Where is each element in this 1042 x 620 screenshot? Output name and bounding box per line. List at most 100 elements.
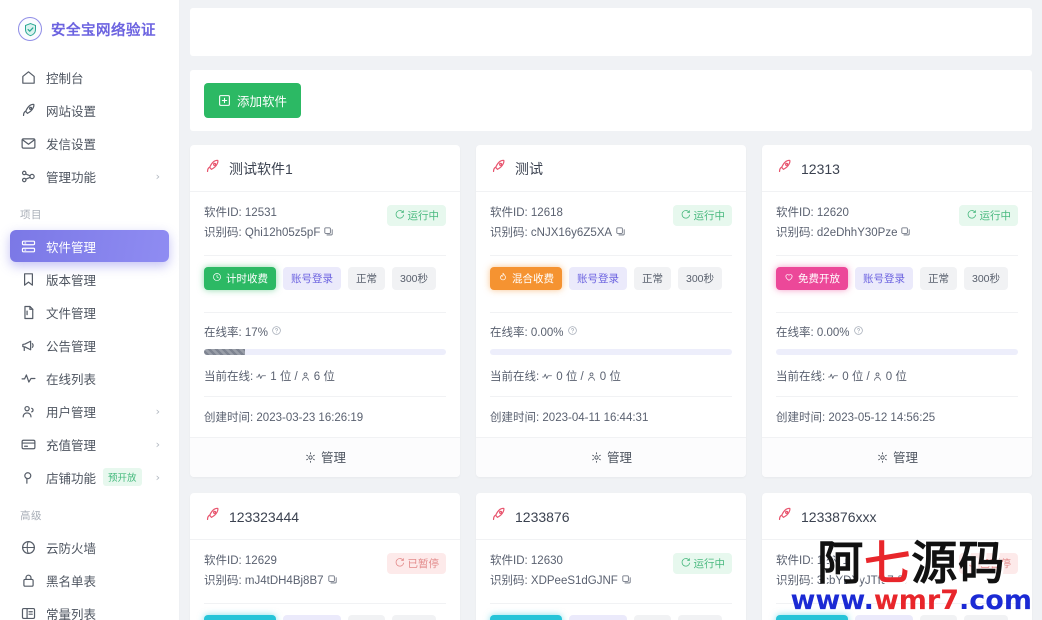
sidebar-item-店铺功能[interactable]: 店铺功能 预开放 › xyxy=(10,461,169,493)
manage-button[interactable]: 管理 xyxy=(476,437,746,478)
software-tag[interactable]: 正常 xyxy=(348,267,385,291)
sidebar-item-label: 常量列表 xyxy=(46,607,97,620)
software-tag[interactable]: 免费开放 xyxy=(776,267,848,291)
sidebar-item-版本管理[interactable]: 版本管理 xyxy=(10,263,169,295)
sidebar-item-label: 控制台 xyxy=(46,71,84,86)
software-tag[interactable]: 计点收费 xyxy=(776,615,848,620)
sidebar-item-label: 充值管理 xyxy=(46,438,97,453)
tag-icon xyxy=(20,469,37,486)
add-software-button[interactable]: 添加软件 xyxy=(204,83,302,118)
software-tag[interactable]: 计点收费 xyxy=(204,615,276,620)
manage-button[interactable]: 管理 xyxy=(762,437,1032,478)
software-card: 1233876软件ID: 12630识别码: XDPeeS1dGJNF运行中计点… xyxy=(476,493,746,620)
software-tag[interactable]: 账号登录 xyxy=(569,267,627,291)
software-tag-label: 混合收费 xyxy=(512,273,554,286)
tag-row: 计点收费 账号登录 正常 300秒 xyxy=(490,604,732,620)
sidebar-item-label: 云防火墙 xyxy=(46,541,97,556)
question-circle-icon[interactable] xyxy=(271,326,282,339)
server-icon xyxy=(20,238,37,255)
online-unit: 位 xyxy=(565,371,578,384)
sidebar-item-公告管理[interactable]: 公告管理 xyxy=(10,329,169,361)
sidebar-item-发信设置[interactable]: 发信设置 xyxy=(10,127,169,159)
chevron-right-icon: › xyxy=(155,470,160,484)
sidebar-item-label: 黑名单表 xyxy=(46,574,97,589)
software-tag[interactable]: 300秒 xyxy=(678,615,723,620)
software-tag[interactable]: 300秒 xyxy=(392,615,437,620)
copy-icon[interactable] xyxy=(897,575,908,588)
online-separator: / xyxy=(294,371,298,384)
globe-icon xyxy=(20,539,37,556)
rocket-icon xyxy=(490,506,507,528)
card-icon xyxy=(20,436,37,453)
sidebar-item-常量列表[interactable]: 常量列表 xyxy=(10,597,169,620)
software-tag[interactable]: 正常 xyxy=(634,615,671,620)
sidebar-item-用户管理[interactable]: 用户管理 › xyxy=(10,395,169,427)
copy-icon[interactable] xyxy=(323,226,334,240)
chevron-right-icon: › xyxy=(155,169,160,183)
software-tag[interactable]: 账号登录 xyxy=(283,267,341,291)
current-online-label: 当前在线: xyxy=(776,371,826,384)
sidebar-item-管理功能[interactable]: 管理功能 › xyxy=(10,160,169,192)
software-tag[interactable]: 正常 xyxy=(920,615,957,620)
sidebar-item-label: 用户管理 xyxy=(46,405,97,420)
sidebar-item-软件管理[interactable]: 软件管理 xyxy=(10,230,169,262)
sidebar-item-网站设置[interactable]: 网站设置 xyxy=(10,94,169,126)
toolbar-panel: 添加软件 xyxy=(190,70,1032,131)
software-tag[interactable]: 账号登录 xyxy=(855,267,913,291)
sidebar-item-文件管理[interactable]: 文件管理 xyxy=(10,296,169,328)
software-name: 1233876 xyxy=(515,509,570,526)
add-box-icon xyxy=(218,94,231,107)
online-rate-value: 17% xyxy=(244,327,268,340)
person-icon xyxy=(872,372,883,385)
status-badge-label: 已暂停 xyxy=(407,558,440,571)
current-online-now: 1 xyxy=(270,371,277,384)
sidebar-item-控制台[interactable]: 控制台 xyxy=(10,61,169,93)
current-online-total: 6 xyxy=(313,371,321,384)
software-tag[interactable]: 计点收费 xyxy=(490,615,562,620)
sidebar-item-黑名单表[interactable]: 黑名单表 xyxy=(10,564,169,596)
identity-row: 软件ID: 12631 识别码: 3cbYDXyJTf97 已暂停 xyxy=(776,552,1018,592)
question-circle-icon[interactable] xyxy=(567,326,578,339)
manage-button[interactable]: 管理 xyxy=(190,437,460,478)
identity-block: 软件ID: 12618 识别码: cNJX16y6Z5XA xyxy=(490,204,626,244)
card-header: 1233876xxx xyxy=(762,493,1032,541)
copy-icon[interactable] xyxy=(900,226,911,240)
pulse-icon xyxy=(827,373,839,385)
software-tag[interactable]: 300秒 xyxy=(392,267,437,291)
online-rate-label: 在线率: xyxy=(490,327,528,340)
person-icon xyxy=(586,372,597,385)
identity-row: 软件ID: 12629 识别码: mJ4tDH4Bj8B7 已暂停 xyxy=(204,552,446,592)
sidebar-item-badge: 预开放 xyxy=(103,468,142,486)
shield-check-icon xyxy=(18,17,42,41)
question-circle-icon[interactable] xyxy=(853,326,864,339)
software-tag[interactable]: 计时收费 xyxy=(204,267,276,291)
software-tag[interactable]: 账号登录 xyxy=(283,615,341,620)
manage-label: 管理 xyxy=(892,451,918,466)
sidebar-item-充值管理[interactable]: 充值管理 › xyxy=(10,428,169,460)
copy-icon[interactable] xyxy=(615,226,626,240)
software-tag[interactable]: 300秒 xyxy=(964,267,1009,291)
identify-code-line: 识别码: cNJX16y6Z5XA xyxy=(490,224,626,245)
brand[interactable]: 安全宝网络验证 xyxy=(0,0,179,58)
online-unit: 位 xyxy=(323,371,335,384)
software-tag[interactable]: 正常 xyxy=(348,615,385,620)
copy-icon[interactable] xyxy=(621,575,632,588)
sidebar-item-云防火墙[interactable]: 云防火墙 xyxy=(10,531,169,563)
refresh-icon xyxy=(394,209,405,223)
copy-icon[interactable] xyxy=(327,575,338,588)
software-tag[interactable]: 300秒 xyxy=(678,267,723,291)
identify-code-value: cNJX16y6Z5XA xyxy=(530,226,613,239)
refresh-icon xyxy=(394,557,405,571)
software-tag[interactable]: 混合收费 xyxy=(490,267,562,291)
sidebar-item-在线列表[interactable]: 在线列表 xyxy=(10,362,169,394)
software-tag[interactable]: 账号登录 xyxy=(855,615,913,620)
software-id-label: 软件ID: xyxy=(776,207,814,219)
software-tag[interactable]: 账号登录 xyxy=(569,615,627,620)
software-tag[interactable]: 300秒 xyxy=(964,615,1009,620)
card-header: 测试软件1 xyxy=(190,145,460,192)
status-badge-label: 已暂停 xyxy=(979,558,1012,571)
software-name: 1233876xxx xyxy=(801,509,877,526)
software-tag[interactable]: 正常 xyxy=(920,267,957,291)
software-tag[interactable]: 正常 xyxy=(634,267,671,291)
nodes-icon xyxy=(20,168,37,185)
